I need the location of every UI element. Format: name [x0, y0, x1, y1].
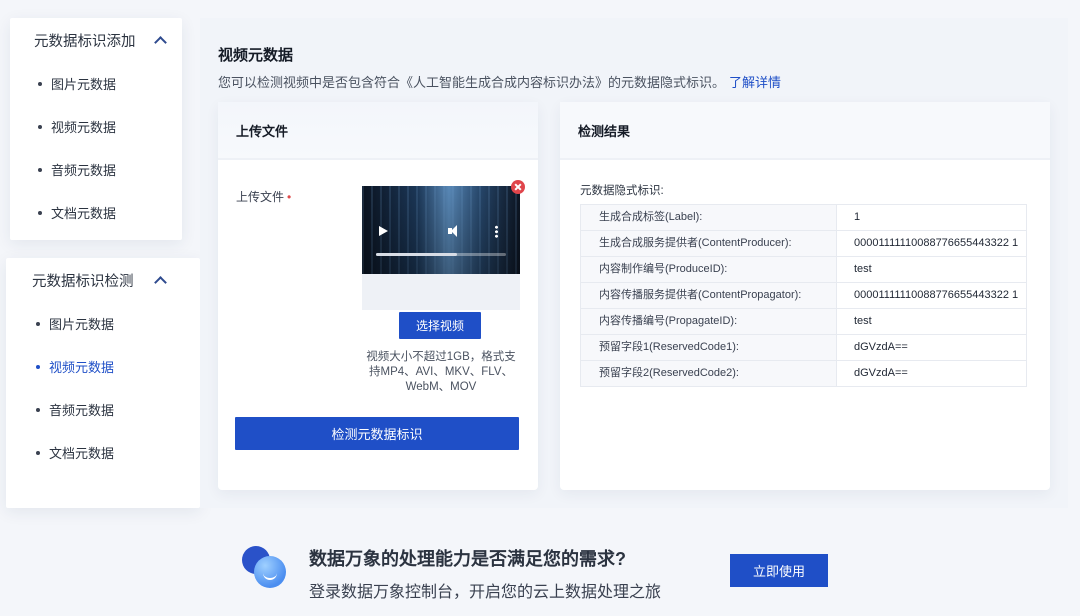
sidebar-item-label: 文档元数据 — [49, 446, 115, 461]
main-panel: 视频元数据 您可以检测视频中是否包含符合《人工智能生成合成内容标识办法》的元数据… — [200, 18, 1068, 508]
detect-metadata-button[interactable]: 检测元数据标识 — [235, 417, 519, 450]
upload-card-title: 上传文件 — [218, 102, 538, 160]
table-value: test — [836, 256, 1027, 283]
upload-hint: 视频大小不超过1GB，格式支持MP4、AVI、MKV、FLV、WebM、MOV — [366, 351, 516, 393]
select-video-button[interactable]: 选择视频 — [399, 312, 481, 339]
table-row: 预留字段2(ReservedCode2): dGVzdA== — [580, 360, 1027, 387]
table-key: 预留字段2(ReservedCode2): — [580, 360, 837, 387]
logo-front-circle — [254, 556, 286, 588]
sidebar-item-label: 音频元数据 — [49, 403, 115, 418]
banner-subtitle: 登录数据万象控制台，开启您的云上数据处理之旅 — [309, 584, 662, 601]
table-value: 00001111110088776655443322 1 — [836, 282, 1027, 309]
sidebar-item-video-metadata[interactable]: 视频元数据 — [10, 105, 182, 148]
upload-field-label: 上传文件 • — [236, 188, 291, 205]
bullet-icon — [36, 450, 40, 455]
sidebar-item-label: 文档元数据 — [51, 206, 117, 221]
table-key: 内容制作编号(ProduceID): — [580, 256, 837, 283]
sidebar-group-add-header[interactable]: 元数据标识添加 — [10, 18, 182, 62]
table-row: 生成合成标签(Label): 1 — [580, 204, 1027, 231]
bullet-icon — [36, 321, 40, 326]
banner-title: 数据万象的处理能力是否满足您的需求? — [309, 549, 626, 569]
upload-card: 上传文件 上传文件 • 选择视频 视频大小不超过1GB，格式支持MP4、AVI、M… — [218, 102, 538, 490]
sidebar-item-label: 音频元数据 — [51, 163, 117, 178]
table-key: 生成合成服务提供者(ContentProducer): — [580, 230, 837, 257]
sidebar-item-document-metadata[interactable]: 文档元数据 — [6, 431, 200, 474]
result-card: 检测结果 元数据隐式标识: 生成合成标签(Label): 1 生成合成服务提供者… — [560, 102, 1050, 490]
video-progress-fill — [376, 253, 457, 256]
more-icon[interactable] — [495, 225, 498, 238]
sidebar-item-image-metadata[interactable]: 图片元数据 — [6, 302, 200, 345]
sidebar-group-title: 元数据标识添加 — [34, 33, 136, 50]
chevron-up-icon — [152, 32, 168, 48]
bullet-icon — [38, 210, 42, 215]
volume-icon[interactable] — [448, 225, 460, 237]
sidebar-group-title: 元数据标识检测 — [32, 273, 134, 290]
chevron-up-icon — [152, 272, 168, 288]
table-row: 内容传播服务提供者(ContentPropagator): 0000111111… — [580, 282, 1027, 309]
video-progress-bar[interactable] — [376, 253, 506, 256]
table-row: 内容传播编号(PropagateID): test — [580, 308, 1027, 335]
bullet-icon — [38, 167, 42, 172]
required-mark: • — [287, 190, 292, 204]
page-title: 视频元数据 — [218, 47, 294, 64]
remove-icon[interactable] — [511, 180, 525, 194]
sidebar-item-image-metadata[interactable]: 图片元数据 — [10, 62, 182, 105]
table-value: dGVzdA== — [836, 334, 1027, 361]
page-description: 您可以检测视频中是否包含符合《人工智能生成合成内容标识办法》的元数据隐式标识。了… — [218, 72, 781, 91]
sidebar-item-label: 视频元数据 — [49, 360, 115, 375]
upload-field-label-text: 上传文件 — [236, 190, 285, 204]
sidebar-item-video-metadata[interactable]: 视频元数据 — [6, 345, 200, 388]
result-card-title: 检测结果 — [560, 102, 1050, 160]
metadata-table: 生成合成标签(Label): 1 生成合成服务提供者(ContentProduc… — [580, 204, 1027, 387]
table-value: dGVzdA== — [836, 360, 1027, 387]
table-key: 内容传播服务提供者(ContentPropagator): — [580, 282, 837, 309]
sidebar-item-label: 视频元数据 — [51, 120, 117, 135]
video-preview — [362, 186, 520, 310]
bullet-icon — [36, 364, 40, 369]
bullet-icon — [38, 124, 42, 129]
video-thumbnail[interactable] — [362, 186, 520, 274]
table-key: 内容传播编号(PropagateID): — [580, 308, 837, 335]
table-row: 生成合成服务提供者(ContentProducer): 000011111100… — [580, 230, 1027, 257]
use-now-button[interactable]: 立即使用 — [730, 554, 828, 587]
table-key: 预留字段1(ReservedCode1): — [580, 334, 837, 361]
sidebar-group-detect: 元数据标识检测 图片元数据 视频元数据 音频元数据 文档元数据 — [6, 258, 200, 508]
page-description-text: 您可以检测视频中是否包含符合《人工智能生成合成内容标识办法》的元数据隐式标识。 — [218, 75, 726, 90]
play-icon[interactable] — [379, 226, 388, 236]
table-value: 1 — [836, 204, 1027, 231]
sidebar-group-add: 元数据标识添加 图片元数据 视频元数据 音频元数据 文档元数据 — [10, 18, 182, 240]
sidebar-item-document-metadata[interactable]: 文档元数据 — [10, 191, 182, 234]
sidebar-item-label: 图片元数据 — [49, 317, 115, 332]
sidebar-group-detect-header[interactable]: 元数据标识检测 — [6, 258, 200, 302]
table-value: 00001111110088776655443322 1 — [836, 230, 1027, 257]
table-row: 预留字段1(ReservedCode1): dGVzdA== — [580, 334, 1027, 361]
learn-more-link[interactable]: 了解详情 — [729, 75, 781, 90]
result-section-label: 元数据隐式标识: — [580, 185, 664, 197]
bullet-icon — [36, 407, 40, 412]
table-value: test — [836, 308, 1027, 335]
sidebar-item-audio-metadata[interactable]: 音频元数据 — [10, 148, 182, 191]
product-logo-icon — [242, 546, 290, 590]
table-row: 内容制作编号(ProduceID): test — [580, 256, 1027, 283]
sidebar-item-label: 图片元数据 — [51, 77, 117, 92]
sidebar-item-audio-metadata[interactable]: 音频元数据 — [6, 388, 200, 431]
bullet-icon — [38, 81, 42, 86]
table-key: 生成合成标签(Label): — [580, 204, 837, 231]
